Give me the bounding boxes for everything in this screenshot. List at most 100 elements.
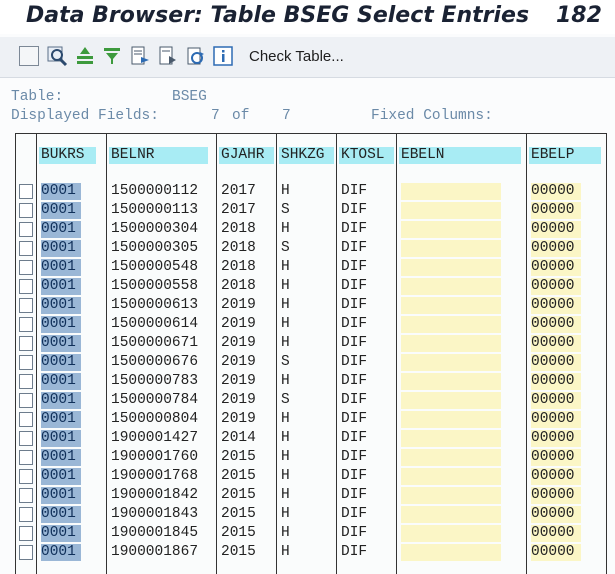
cell-shkzg[interactable]: H bbox=[281, 449, 301, 466]
cell-belnr[interactable]: 1500000304 bbox=[111, 221, 211, 238]
cell-shkzg[interactable]: H bbox=[281, 221, 301, 238]
cell-shkzg[interactable]: H bbox=[281, 411, 301, 428]
cell-ktosl[interactable]: DIF bbox=[341, 468, 371, 485]
cell-ebeln[interactable] bbox=[401, 506, 501, 523]
cell-bukrs[interactable]: 0001 bbox=[41, 392, 81, 409]
cell-ebelp[interactable]: 00000 bbox=[531, 316, 581, 333]
row-select-checkbox[interactable] bbox=[19, 393, 33, 408]
cell-ebeln[interactable] bbox=[401, 449, 501, 466]
cell-gjahr[interactable]: 2017 bbox=[221, 202, 261, 219]
cell-ktosl[interactable]: DIF bbox=[341, 183, 371, 200]
cell-ebelp[interactable]: 00000 bbox=[531, 468, 581, 485]
cell-belnr[interactable]: 1900001843 bbox=[111, 506, 211, 523]
cell-shkzg[interactable]: H bbox=[281, 335, 301, 352]
column-header-shkzg[interactable]: SHKZG bbox=[279, 147, 334, 164]
cell-belnr[interactable]: 1500000783 bbox=[111, 373, 211, 390]
cell-ebelp[interactable]: 00000 bbox=[531, 373, 581, 390]
cell-ebeln[interactable] bbox=[401, 430, 501, 447]
cell-bukrs[interactable]: 0001 bbox=[41, 411, 81, 428]
cell-ebeln[interactable] bbox=[401, 221, 501, 238]
row-select-checkbox[interactable] bbox=[19, 279, 33, 294]
cell-gjahr[interactable]: 2018 bbox=[221, 240, 261, 257]
cell-ebeln[interactable] bbox=[401, 335, 501, 352]
cell-ktosl[interactable]: DIF bbox=[341, 525, 371, 542]
cell-bukrs[interactable]: 0001 bbox=[41, 221, 81, 238]
row-select-checkbox[interactable] bbox=[19, 450, 33, 465]
cell-ebeln[interactable] bbox=[401, 373, 501, 390]
column-header-bukrs[interactable]: BUKRS bbox=[39, 147, 96, 164]
row-select-checkbox[interactable] bbox=[19, 184, 33, 199]
cell-ebeln[interactable] bbox=[401, 278, 501, 295]
cell-gjahr[interactable]: 2015 bbox=[221, 468, 261, 485]
cell-ebeln[interactable] bbox=[401, 297, 501, 314]
cell-ebelp[interactable]: 00000 bbox=[531, 240, 581, 257]
filter-button[interactable] bbox=[101, 45, 123, 67]
cell-ktosl[interactable]: DIF bbox=[341, 297, 371, 314]
cell-ebeln[interactable] bbox=[401, 354, 501, 371]
cell-bukrs[interactable]: 0001 bbox=[41, 430, 81, 447]
cell-shkzg[interactable]: H bbox=[281, 297, 301, 314]
cell-shkzg[interactable]: H bbox=[281, 278, 301, 295]
check-table-button[interactable]: Check Table... bbox=[249, 48, 344, 65]
cell-ebelp[interactable]: 00000 bbox=[531, 544, 581, 561]
cell-bukrs[interactable]: 0001 bbox=[41, 449, 81, 466]
row-select-checkbox[interactable] bbox=[19, 412, 33, 427]
cell-ktosl[interactable]: DIF bbox=[341, 221, 371, 238]
cell-belnr[interactable]: 1500000676 bbox=[111, 354, 211, 371]
cell-bukrs[interactable]: 0001 bbox=[41, 240, 81, 257]
cell-shkzg[interactable]: H bbox=[281, 373, 301, 390]
cell-shkzg[interactable]: H bbox=[281, 544, 301, 561]
cell-ebelp[interactable]: 00000 bbox=[531, 430, 581, 447]
cell-ebelp[interactable]: 00000 bbox=[531, 487, 581, 504]
cell-belnr[interactable]: 1500000671 bbox=[111, 335, 211, 352]
cell-belnr[interactable]: 1500000804 bbox=[111, 411, 211, 428]
row-select-checkbox[interactable] bbox=[19, 507, 33, 522]
cell-gjahr[interactable]: 2019 bbox=[221, 392, 261, 409]
cell-belnr[interactable]: 1900001760 bbox=[111, 449, 211, 466]
details-button[interactable] bbox=[46, 45, 68, 67]
cell-bukrs[interactable]: 0001 bbox=[41, 544, 81, 561]
cell-shkzg[interactable]: H bbox=[281, 506, 301, 523]
cell-ebeln[interactable] bbox=[401, 240, 501, 257]
cell-bukrs[interactable]: 0001 bbox=[41, 183, 81, 200]
row-select-checkbox[interactable] bbox=[19, 431, 33, 446]
cell-ktosl[interactable]: DIF bbox=[341, 354, 371, 371]
cell-ebeln[interactable] bbox=[401, 544, 501, 561]
cell-shkzg[interactable]: H bbox=[281, 525, 301, 542]
column-header-ebeln[interactable]: EBELN bbox=[399, 147, 521, 164]
row-select-checkbox[interactable] bbox=[19, 336, 33, 351]
row-select-checkbox[interactable] bbox=[19, 241, 33, 256]
cell-shkzg[interactable]: H bbox=[281, 468, 301, 485]
cell-ktosl[interactable]: DIF bbox=[341, 278, 371, 295]
cell-ebelp[interactable]: 00000 bbox=[531, 297, 581, 314]
cell-gjahr[interactable]: 2015 bbox=[221, 449, 261, 466]
cell-ebeln[interactable] bbox=[401, 259, 501, 276]
cell-gjahr[interactable]: 2018 bbox=[221, 259, 261, 276]
refresh-button[interactable] bbox=[184, 45, 206, 67]
cell-shkzg[interactable]: H bbox=[281, 259, 301, 276]
cell-gjahr[interactable]: 2019 bbox=[221, 411, 261, 428]
cell-belnr[interactable]: 1900001768 bbox=[111, 468, 211, 485]
cell-gjahr[interactable]: 2017 bbox=[221, 183, 261, 200]
cell-bukrs[interactable]: 0001 bbox=[41, 335, 81, 352]
cell-bukrs[interactable]: 0001 bbox=[41, 297, 81, 314]
cell-ebeln[interactable] bbox=[401, 411, 501, 428]
cell-ebeln[interactable] bbox=[401, 183, 501, 200]
cell-ebeln[interactable] bbox=[401, 392, 501, 409]
cell-ktosl[interactable]: DIF bbox=[341, 259, 371, 276]
cell-gjahr[interactable]: 2019 bbox=[221, 354, 261, 371]
cell-shkzg[interactable]: H bbox=[281, 183, 301, 200]
cell-bukrs[interactable]: 0001 bbox=[41, 278, 81, 295]
cell-ebelp[interactable]: 00000 bbox=[531, 354, 581, 371]
cell-belnr[interactable]: 1500000613 bbox=[111, 297, 211, 314]
cell-ebeln[interactable] bbox=[401, 468, 501, 485]
cell-belnr[interactable]: 1500000614 bbox=[111, 316, 211, 333]
cell-gjahr[interactable]: 2019 bbox=[221, 335, 261, 352]
cell-gjahr[interactable]: 2019 bbox=[221, 316, 261, 333]
info-button[interactable] bbox=[212, 45, 234, 67]
cell-bukrs[interactable]: 0001 bbox=[41, 354, 81, 371]
cell-ebelp[interactable]: 00000 bbox=[531, 259, 581, 276]
print-preview-button[interactable] bbox=[157, 45, 179, 67]
row-select-checkbox[interactable] bbox=[19, 317, 33, 332]
row-select-checkbox[interactable] bbox=[19, 203, 33, 218]
